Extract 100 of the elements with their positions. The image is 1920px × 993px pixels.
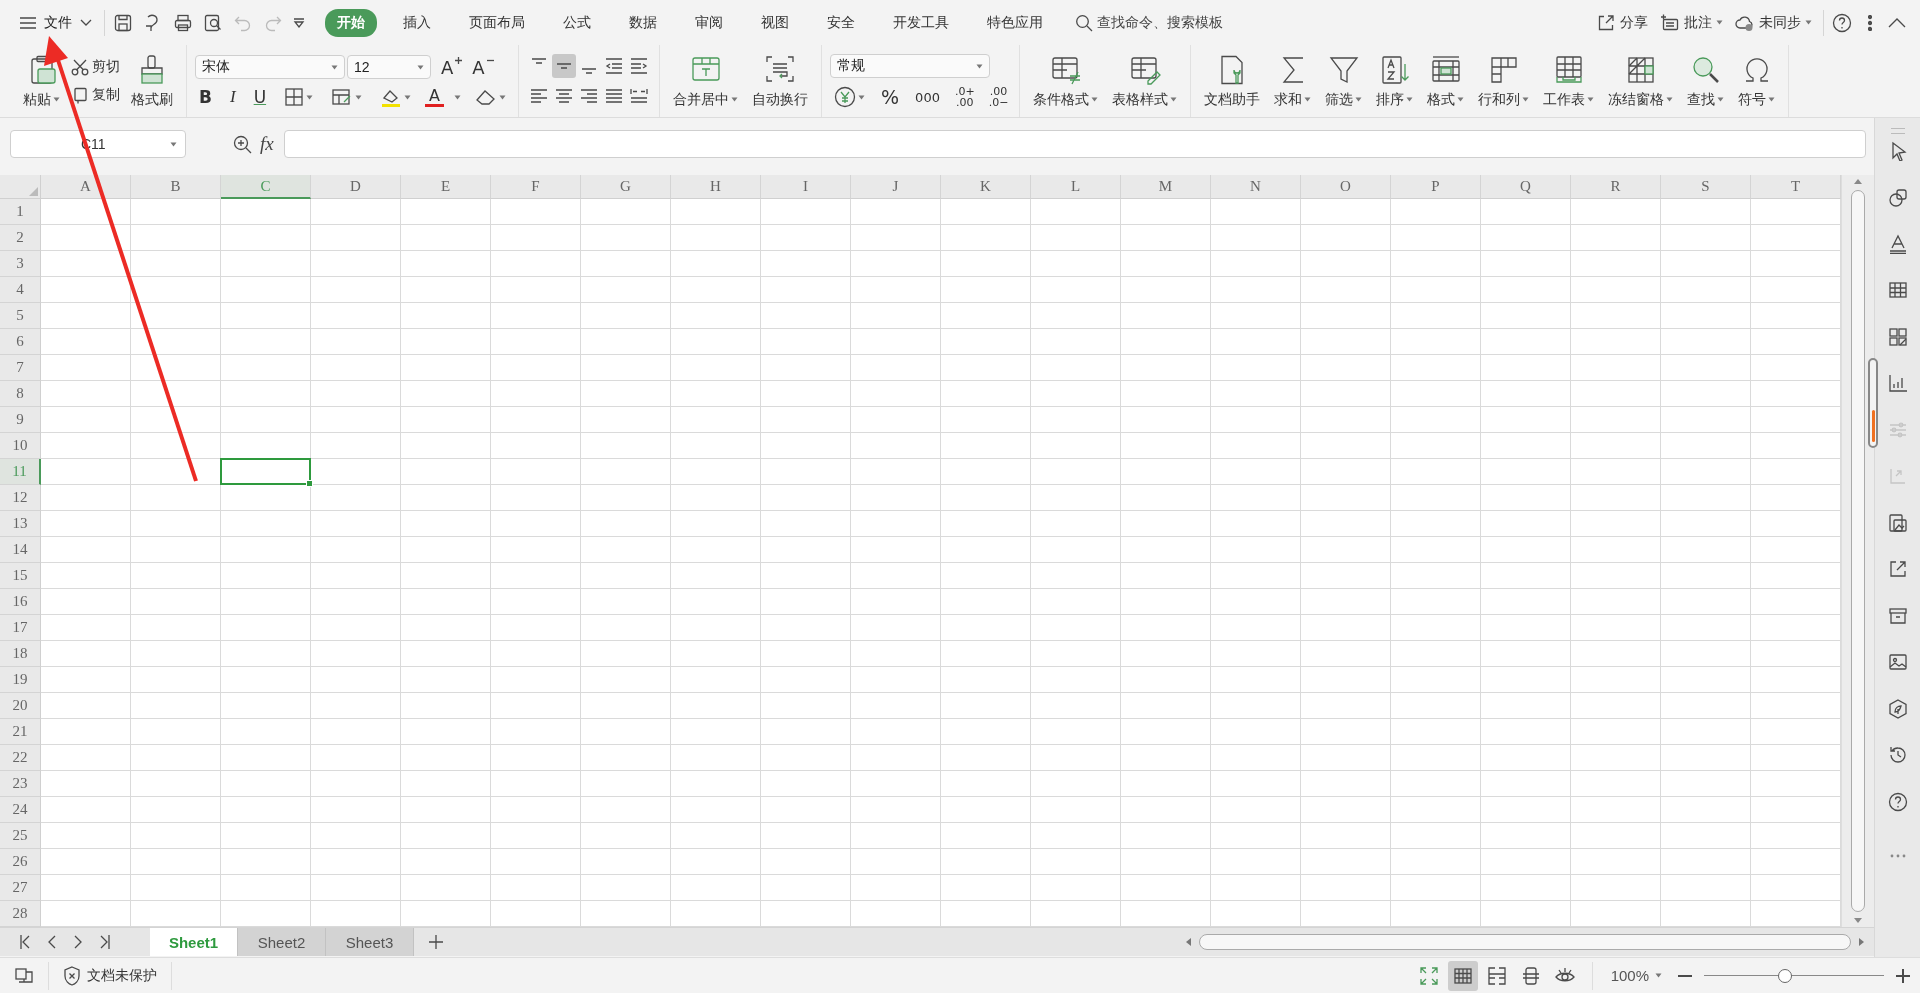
zoom-level-dropdown[interactable]: 100% [1604, 966, 1668, 985]
ribbon-tab[interactable]: 开发工具 [881, 8, 961, 37]
column-header[interactable]: J [851, 175, 941, 199]
sheet-tab[interactable]: Sheet3 [326, 928, 414, 956]
italic-button[interactable]: I [225, 87, 240, 107]
increase-font-button[interactable]: A [437, 56, 467, 78]
column-header[interactable]: M [1121, 175, 1211, 199]
zoom-in-icon[interactable] [1894, 966, 1912, 985]
row-header[interactable]: 13 [0, 511, 41, 537]
increase-decimal-button[interactable]: .0+ .00 [951, 86, 978, 108]
font-color-button[interactable]: A [425, 87, 445, 107]
toolbar-action-button[interactable]: 批注 [1657, 10, 1726, 35]
ribbon-button[interactable]: 合并居中 [668, 51, 744, 111]
ribbon-button[interactable]: 符号 [1733, 51, 1781, 111]
ribbon-button[interactable]: 求和 [1269, 51, 1317, 111]
row-header[interactable]: 2 [0, 225, 41, 251]
ribbon-tab[interactable]: 审阅 [683, 8, 735, 37]
decrease-font-button[interactable]: A [468, 56, 498, 78]
column-header[interactable]: D [311, 175, 401, 199]
ribbon-tab[interactable]: 数据 [617, 8, 669, 37]
column-header[interactable]: S [1661, 175, 1751, 199]
ribbon-tab[interactable]: 页面布局 [457, 8, 537, 37]
ribbon-button[interactable]: 格式刷 [126, 51, 178, 111]
decrease-decimal-button[interactable]: .00 .0− [985, 86, 1012, 108]
sheet-tab[interactable]: Sheet2 [238, 928, 326, 956]
row-header[interactable]: 27 [0, 875, 41, 901]
column-header[interactable]: A [41, 175, 131, 199]
scroll-up-icon[interactable] [1854, 179, 1862, 184]
row-header[interactable]: 7 [0, 355, 41, 381]
ribbon-button[interactable]: 文档助手 [1199, 51, 1266, 111]
save-icon[interactable] [113, 12, 133, 33]
toolbar-action-button[interactable]: 未同步 [1732, 10, 1815, 35]
cut-button[interactable]: 剪切 [69, 57, 122, 77]
scroll-right-icon[interactable] [1859, 938, 1864, 946]
row-header[interactable]: 8 [0, 381, 41, 407]
print-preview-icon[interactable] [203, 12, 223, 33]
percent-button[interactable]: % [877, 86, 904, 108]
column-header[interactable]: R [1571, 175, 1661, 199]
shapes-icon[interactable] [1887, 187, 1908, 207]
column-header[interactable]: C [221, 175, 311, 199]
currency-icon[interactable] [834, 86, 857, 108]
column-header[interactable]: Q [1481, 175, 1571, 199]
document-protection-button[interactable]: 文档未保护 [63, 965, 157, 986]
vertical-scrollbar[interactable] [1851, 190, 1865, 912]
share-out-icon[interactable] [1887, 559, 1908, 579]
apps-grid-icon[interactable] [1887, 326, 1908, 347]
command-search-field[interactable]: 查找命令、搜索模板 [1097, 13, 1223, 32]
scroll-left-icon[interactable] [1186, 938, 1191, 946]
add-sheet-icon[interactable] [428, 934, 444, 950]
zoom-slider-thumb[interactable] [1778, 968, 1792, 983]
font-name-dropdown[interactable]: 宋体 [195, 55, 345, 79]
column-header[interactable]: B [131, 175, 221, 199]
ribbon-button[interactable]: 冻结窗格 [1603, 51, 1679, 111]
customize-caret-icon[interactable] [293, 17, 305, 28]
help-icon[interactable] [1887, 791, 1908, 812]
first-sheet-icon[interactable] [20, 935, 30, 949]
thousands-separator-button[interactable]: 000 [911, 89, 944, 105]
ribbon-button[interactable]: 筛选 [1320, 51, 1368, 111]
table-icon[interactable] [1887, 280, 1908, 300]
ribbon-tab[interactable]: 特色应用 [975, 8, 1055, 37]
function-button[interactable]: fx [260, 133, 274, 155]
column-header[interactable]: P [1391, 175, 1481, 199]
column-header[interactable]: G [581, 175, 671, 199]
selected-cell[interactable] [220, 458, 311, 485]
formula-input[interactable] [283, 130, 1866, 158]
image-icon[interactable] [1887, 652, 1908, 672]
row-header[interactable]: 25 [0, 823, 41, 849]
ribbon-button[interactable]: 格式 [1422, 51, 1470, 111]
ribbon-button[interactable]: 自动换行 [747, 51, 814, 111]
last-sheet-icon[interactable] [100, 935, 110, 949]
help-icon[interactable] [1832, 12, 1852, 33]
column-header[interactable]: N [1211, 175, 1301, 199]
ribbon-button[interactable]: 查找 [1682, 51, 1730, 111]
ribbon-tab[interactable]: 公式 [551, 8, 603, 37]
bold-button[interactable]: B [195, 87, 216, 107]
copy-button[interactable]: 复制 [69, 85, 122, 105]
horizontal-scrollbar[interactable] [1199, 934, 1851, 950]
alignment-button[interactable] [552, 54, 577, 78]
print-icon[interactable] [173, 12, 193, 33]
row-header[interactable]: 16 [0, 589, 41, 615]
row-header[interactable]: 14 [0, 537, 41, 563]
ribbon-button[interactable]: 行和列 [1473, 51, 1535, 111]
column-header[interactable]: L [1031, 175, 1121, 199]
collapse-ribbon-icon[interactable] [1888, 17, 1906, 28]
ribbon-tab[interactable]: 插入 [391, 8, 443, 37]
search-icon[interactable] [1075, 13, 1093, 32]
column-header[interactable]: F [491, 175, 581, 199]
ribbon-button[interactable]: 排序 [1371, 51, 1419, 111]
side-scroll-handle[interactable] [1868, 358, 1878, 448]
ribbon-tab[interactable]: 开始 [325, 8, 377, 37]
ribbon-button[interactable]: 工作表 [1538, 51, 1600, 111]
row-header[interactable]: 17 [0, 615, 41, 641]
archive-box-icon[interactable] [1887, 605, 1908, 626]
more-horizontal-icon[interactable] [1889, 854, 1906, 858]
reading-mode-icon[interactable] [14, 965, 34, 986]
bar-chart-icon[interactable] [1887, 373, 1908, 393]
ribbon-tab[interactable]: 视图 [749, 8, 801, 37]
ribbon-tab[interactable]: 安全 [815, 8, 867, 37]
row-header[interactable]: 23 [0, 771, 41, 797]
row-header[interactable]: 6 [0, 329, 41, 355]
